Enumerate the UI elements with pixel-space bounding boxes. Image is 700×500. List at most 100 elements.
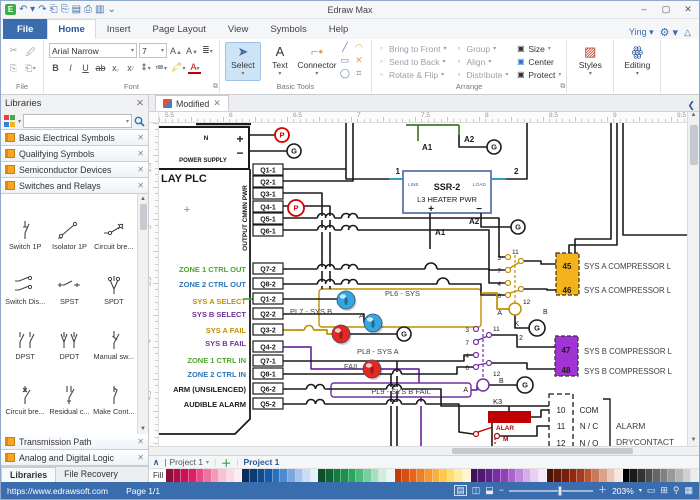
color-swatch[interactable] bbox=[577, 469, 585, 482]
library-close-icon[interactable]: ✕ bbox=[137, 165, 144, 174]
color-swatch[interactable] bbox=[440, 469, 448, 482]
color-swatch[interactable] bbox=[486, 469, 494, 482]
library-close-icon[interactable]: ✕ bbox=[137, 149, 144, 158]
arrange-bring-to-front-button[interactable]: ▫Bring to Front▾ bbox=[377, 42, 447, 55]
ribbon-tab-help[interactable]: Help bbox=[318, 19, 360, 39]
color-swatch[interactable] bbox=[379, 469, 387, 482]
color-swatch[interactable] bbox=[562, 469, 570, 482]
horizontal-scrollbar[interactable] bbox=[149, 446, 699, 455]
library-bar-switches-and-relays[interactable]: Switches and Relays✕ bbox=[1, 177, 148, 194]
symbol-manual-switch[interactable]: Manual sw... bbox=[92, 308, 136, 363]
library-bar-transmission-path[interactable]: Transmission Path✕ bbox=[1, 433, 148, 450]
color-swatch[interactable] bbox=[608, 469, 616, 482]
color-swatch[interactable] bbox=[341, 469, 349, 482]
color-swatch[interactable] bbox=[417, 469, 425, 482]
ribbon-tab-home[interactable]: Home bbox=[47, 19, 95, 39]
symbol-switch-1p[interactable]: Switch 1P bbox=[3, 198, 47, 253]
color-swatch[interactable] bbox=[493, 469, 501, 482]
symbol-residual-current[interactable]: Residual c... bbox=[47, 363, 91, 418]
color-swatch[interactable] bbox=[539, 469, 547, 482]
color-swatch[interactable] bbox=[311, 469, 319, 482]
ribbon-tab-file[interactable]: File bbox=[3, 19, 47, 39]
color-swatch[interactable] bbox=[265, 469, 273, 482]
vertical-scrollbar[interactable]: ▼ bbox=[687, 123, 699, 446]
text-tool-button[interactable]: AText▾ bbox=[262, 42, 298, 81]
color-swatch[interactable] bbox=[410, 469, 418, 482]
format-painter-icon[interactable]: 🖉 bbox=[23, 45, 38, 61]
arrange-align-button[interactable]: ▫Align▾ bbox=[454, 55, 508, 68]
color-swatch[interactable] bbox=[258, 469, 266, 482]
color-swatch[interactable] bbox=[668, 469, 676, 482]
font-dialog-launcher-icon[interactable]: ⧉ bbox=[213, 83, 218, 91]
scroll-down-icon[interactable]: ▼ bbox=[140, 424, 146, 434]
status-url[interactable]: https://www.edrawsoft.com bbox=[7, 486, 108, 496]
shrink-font-icon[interactable]: A▼ bbox=[185, 46, 199, 56]
color-swatch[interactable] bbox=[570, 469, 578, 482]
font-color-icon[interactable]: A▾ bbox=[188, 62, 201, 74]
color-swatch[interactable] bbox=[691, 469, 699, 482]
arrange-distribute-button[interactable]: ▫Distribute▾ bbox=[454, 68, 508, 81]
color-swatch[interactable] bbox=[547, 469, 555, 482]
drawing-canvas[interactable]: Q1-1Q2-1Q3-1Q4-1Q5-1Q6-1Q7-2Q8-2Q1-2Q2-2… bbox=[159, 123, 687, 446]
color-swatch[interactable] bbox=[402, 469, 410, 482]
color-swatch[interactable] bbox=[661, 469, 669, 482]
collapse-pages-icon[interactable]: ∧ bbox=[153, 457, 159, 468]
symbol-dpst[interactable]: DPST bbox=[3, 308, 47, 363]
page-view-icon[interactable]: ◫ bbox=[472, 486, 481, 495]
color-swatch[interactable] bbox=[600, 469, 608, 482]
grid-icon[interactable]: ▦ bbox=[684, 486, 693, 495]
color-swatch[interactable] bbox=[303, 469, 311, 482]
normal-view-icon[interactable]: ▤ bbox=[454, 485, 467, 496]
library-search-input[interactable]: ▾ bbox=[23, 114, 132, 128]
color-swatch[interactable] bbox=[372, 469, 380, 482]
color-swatch[interactable] bbox=[174, 469, 182, 482]
library-close-icon[interactable]: ✕ bbox=[137, 133, 144, 142]
sidebar-tab-file-recovery[interactable]: File Recovery bbox=[56, 467, 126, 482]
page-tab-project1[interactable]: Project 1 bbox=[243, 457, 279, 467]
paste-icon[interactable]: ⎗▾ bbox=[23, 63, 38, 74]
color-swatch[interactable] bbox=[204, 469, 212, 482]
arrange-protect-button[interactable]: ▣Protect▾ bbox=[516, 68, 561, 81]
document-tab-close-icon[interactable]: ✕ bbox=[213, 98, 220, 109]
line-spacing-icon[interactable]: ⇕▾ bbox=[139, 62, 152, 73]
zoom-out-icon[interactable]: − bbox=[499, 486, 504, 495]
presentation-view-icon[interactable]: ⬓ bbox=[485, 486, 494, 495]
color-swatch[interactable] bbox=[623, 469, 631, 482]
vscroll-down-icon[interactable]: ▼ bbox=[691, 435, 697, 446]
symbol-circuit-breaker[interactable]: Circuit bre... bbox=[92, 198, 136, 253]
arrange-rotate-flip-button[interactable]: ▫Rotate & Flip▾ bbox=[377, 68, 447, 81]
subscript-icon[interactable]: x₂ bbox=[109, 63, 122, 73]
color-swatch[interactable] bbox=[296, 469, 304, 482]
color-swatch[interactable] bbox=[471, 469, 479, 482]
color-swatch[interactable] bbox=[219, 469, 227, 482]
symbol-dpdt[interactable]: DPDT bbox=[47, 308, 91, 363]
color-swatch[interactable] bbox=[364, 469, 372, 482]
color-swatch[interactable] bbox=[463, 469, 471, 482]
color-swatch[interactable] bbox=[684, 469, 692, 482]
italic-icon[interactable]: I bbox=[64, 63, 77, 73]
color-swatch[interactable] bbox=[554, 469, 562, 482]
library-bar-analog-and-digital-logic[interactable]: Analog and Digital Logic✕ bbox=[1, 449, 148, 466]
ribbon-tab-page-layout[interactable]: Page Layout bbox=[142, 19, 217, 39]
superscript-icon[interactable]: x² bbox=[124, 63, 137, 73]
color-swatch[interactable] bbox=[425, 469, 433, 482]
color-swatch[interactable] bbox=[189, 469, 197, 482]
zoom-level[interactable]: 203% bbox=[612, 486, 634, 496]
document-tab[interactable]: Modified ✕ bbox=[155, 95, 229, 111]
color-swatch[interactable] bbox=[242, 469, 250, 482]
symbol-isolator-1p[interactable]: Isolator 1P bbox=[47, 198, 91, 253]
crop-tool-icon[interactable]: ⌗ bbox=[352, 68, 366, 81]
library-bar-semiconductor-devices[interactable]: Semiconductor Devices✕ bbox=[1, 161, 148, 178]
library-menu-caret[interactable]: ▾ bbox=[18, 118, 21, 125]
color-swatch[interactable] bbox=[250, 469, 258, 482]
library-menu-icon[interactable] bbox=[4, 115, 16, 127]
fit-page-icon[interactable]: ▭ bbox=[647, 486, 656, 495]
editing-button[interactable]: ꙮ Editing▾ bbox=[619, 42, 655, 79]
styles-button[interactable]: ▨ Styles▾ bbox=[572, 42, 608, 79]
highlight-color-icon[interactable]: 🖍▾ bbox=[170, 62, 186, 73]
ribbon-tab-view[interactable]: View bbox=[217, 19, 259, 39]
collapse-ribbon-icon[interactable]: △ bbox=[684, 27, 691, 38]
color-swatch[interactable] bbox=[288, 469, 296, 482]
font-size-combo[interactable]: 7▾ bbox=[139, 43, 167, 58]
color-swatch[interactable] bbox=[197, 469, 205, 482]
